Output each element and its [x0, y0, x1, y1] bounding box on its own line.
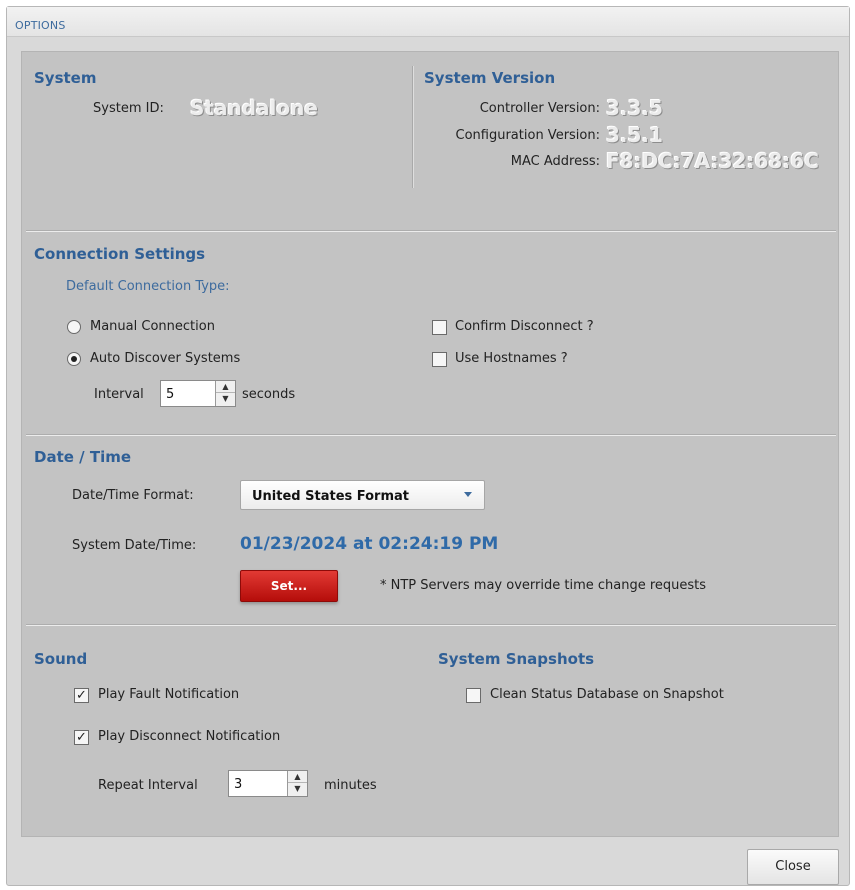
configuration-version-label: Configuration Version: — [455, 128, 600, 143]
play-disconnect-notification-label: Play Disconnect Notification — [98, 729, 281, 744]
title-bar: OPTIONS — [7, 7, 849, 37]
date-time-format-label: Date/Time Format: — [72, 488, 194, 503]
use-hostnames-check-box[interactable] — [432, 352, 447, 367]
date-time-format-value: United States Format — [252, 489, 410, 504]
interval-unit-label: seconds — [242, 387, 296, 402]
dialog-title: OPTIONS — [15, 19, 66, 32]
clean-status-database-label: Clean Status Database on Snapshot — [490, 687, 724, 702]
default-connection-type-label: Default Connection Type: — [66, 279, 230, 294]
ntp-note: * NTP Servers may override time change r… — [380, 578, 707, 593]
mac-address-value: F8:DC:7A:32:68:6C — [606, 149, 819, 173]
interval-label: Interval — [94, 387, 144, 402]
mac-address-label: MAC Address: — [510, 154, 600, 169]
section-divider — [26, 434, 836, 436]
checkmark-icon: ✓ — [76, 730, 87, 745]
radio-selected-dot — [71, 356, 77, 362]
interval-increment-icon[interactable]: ▲ — [216, 381, 235, 393]
controller-version-value: 3.3.5 — [606, 96, 663, 120]
manual-connection-label: Manual Connection — [90, 319, 215, 334]
section-divider — [26, 624, 836, 626]
interval-stepper-buttons: ▲ ▼ — [215, 381, 235, 406]
controller-version-label: Controller Version: — [479, 101, 600, 116]
options-panel: System System ID: Standalone System Vers… — [21, 51, 839, 837]
play-fault-notification-label: Play Fault Notification — [98, 687, 240, 702]
date-time-heading: Date / Time — [34, 448, 132, 466]
auto-discover-radio-button[interactable] — [67, 352, 81, 366]
confirm-disconnect-check-box[interactable] — [432, 320, 447, 335]
close-button[interactable]: Close — [747, 849, 839, 885]
manual-connection-radio-button[interactable] — [67, 320, 81, 334]
system-divider — [412, 66, 413, 188]
set-date-time-button[interactable]: Set... — [240, 570, 338, 602]
clean-status-check-box[interactable] — [466, 688, 481, 703]
sound-heading: Sound — [34, 650, 88, 668]
options-dialog: OPTIONS System System ID: Standalone Sys… — [6, 6, 850, 886]
connection-settings-heading: Connection Settings — [34, 245, 206, 263]
repeat-interval-value[interactable]: 3 — [234, 777, 242, 792]
repeat-interval-stepper-buttons: ▲ ▼ — [287, 771, 307, 796]
system-id-value: Standalone — [190, 96, 318, 120]
repeat-interval-stepper[interactable]: 3 ▲ ▼ — [228, 770, 308, 797]
repeat-increment-icon[interactable]: ▲ — [288, 771, 307, 783]
auto-discover-label: Auto Discover Systems — [90, 351, 241, 366]
system-date-time-value: 01/23/2024 at 02:24:19 PM — [240, 534, 499, 554]
play-disconnect-check-box[interactable]: ✓ — [74, 730, 89, 745]
repeat-decrement-icon[interactable]: ▼ — [288, 783, 307, 795]
configuration-version-value: 3.5.1 — [606, 123, 663, 147]
interval-value[interactable]: 5 — [166, 387, 174, 402]
system-date-time-label: System Date/Time: — [72, 538, 197, 553]
confirm-disconnect-label: Confirm Disconnect ? — [455, 319, 594, 334]
use-hostnames-label: Use Hostnames ? — [455, 351, 568, 366]
repeat-interval-label: Repeat Interval — [98, 778, 198, 793]
system-snapshots-heading: System Snapshots — [438, 650, 595, 668]
repeat-interval-unit-label: minutes — [324, 778, 377, 793]
checkmark-icon: ✓ — [76, 688, 87, 703]
play-fault-check-box[interactable]: ✓ — [74, 688, 89, 703]
chevron-down-icon — [464, 492, 472, 497]
date-time-format-dropdown[interactable]: United States Format — [240, 480, 485, 510]
interval-stepper[interactable]: 5 ▲ ▼ — [160, 380, 236, 407]
system-id-label: System ID: — [93, 101, 164, 116]
system-version-heading: System Version — [424, 69, 556, 87]
system-heading: System — [34, 69, 97, 87]
interval-decrement-icon[interactable]: ▼ — [216, 393, 235, 405]
section-divider — [26, 230, 836, 232]
